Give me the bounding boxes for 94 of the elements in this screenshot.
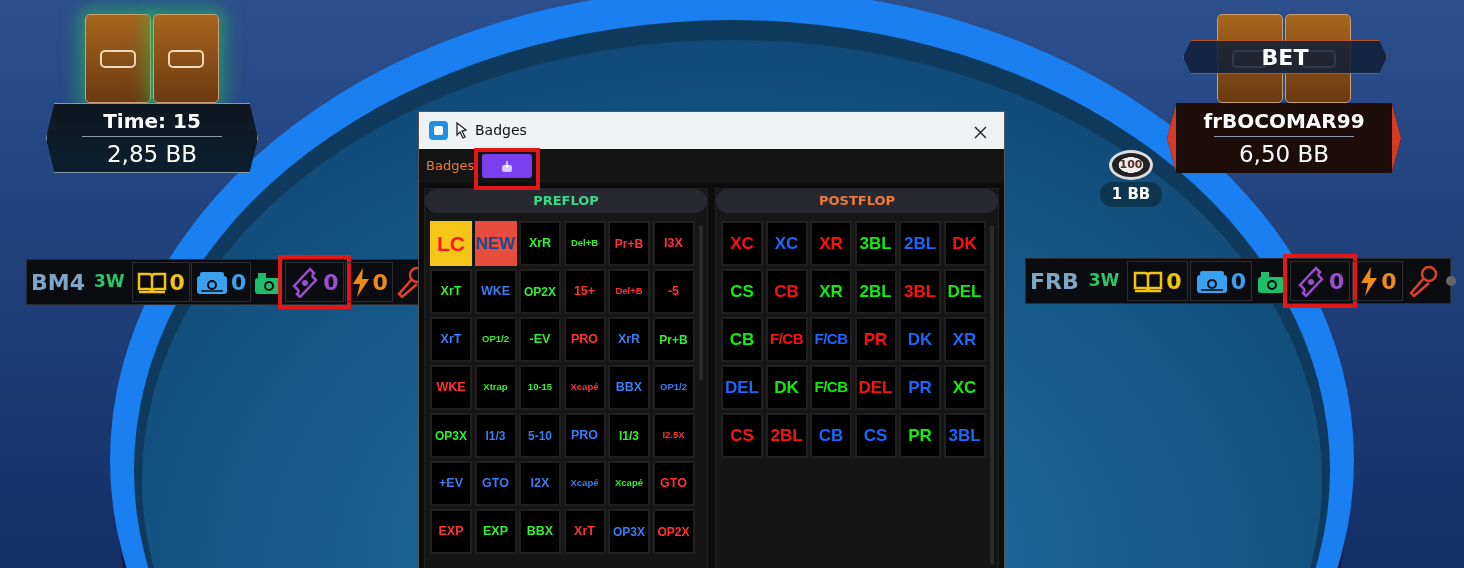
badge-tile[interactable]: CB <box>810 413 852 458</box>
badge-tile[interactable]: WKE <box>430 365 472 410</box>
badge-tile[interactable]: XrR <box>608 317 650 362</box>
badge-tile[interactable]: XR <box>810 269 852 314</box>
badge-tile[interactable]: +EV <box>430 461 472 506</box>
badge-tile[interactable]: OP2X <box>519 269 561 314</box>
badge-tile[interactable]: 10-15 <box>519 365 561 410</box>
badge-tile[interactable]: Del+B <box>563 221 606 266</box>
badge-tile[interactable]: XC <box>765 221 808 266</box>
badge-tile[interactable]: I1/3 <box>474 413 517 458</box>
toolbar-label: Badges <box>426 157 475 176</box>
badge-tile[interactable]: OP2X <box>652 509 695 554</box>
badge-tile[interactable]: PR <box>854 317 897 362</box>
badge-tile[interactable]: DEL <box>854 365 897 410</box>
stack-amount: 6,50 BB <box>1238 140 1330 168</box>
stat-value: 0 <box>372 268 388 297</box>
badge-tile[interactable]: CS <box>721 269 763 314</box>
badge-tile[interactable]: 2BL <box>765 413 808 458</box>
badge-tile[interactable]: XrT <box>430 317 472 362</box>
badge-tile[interactable]: Xtrap <box>474 365 517 410</box>
badge-tile[interactable]: Xcapé <box>608 461 650 506</box>
badge-tile[interactable]: DEL <box>721 365 763 410</box>
stat-value: 0 <box>169 268 185 297</box>
badge-tile[interactable]: Xcapé <box>563 461 606 506</box>
badge-tile[interactable]: 15+ <box>563 269 606 314</box>
badge-tile[interactable]: EXP <box>474 509 517 554</box>
stat-label: 3W <box>1088 269 1120 293</box>
stat-value: 0 <box>1166 267 1182 296</box>
badge-tile[interactable]: -EV <box>519 317 561 362</box>
badge-tile[interactable]: CS <box>721 413 763 458</box>
badge-tile[interactable]: 5-10 <box>519 413 561 458</box>
panel-title: PREFLOP <box>533 192 599 211</box>
badge-tile[interactable]: BBX <box>608 365 650 410</box>
stat-value: 0 <box>1381 267 1397 296</box>
badge-tile[interactable]: Del+B <box>608 269 650 314</box>
badge-tile[interactable]: GTO <box>652 461 695 506</box>
stat-value: 0 <box>230 268 247 297</box>
badge-tile[interactable]: PR <box>899 413 941 458</box>
badge-tile[interactable]: I3X <box>652 221 695 266</box>
badge-tile[interactable]: XrT <box>563 509 606 554</box>
badge-tile[interactable]: XR <box>810 221 852 266</box>
badge-tile[interactable]: XC <box>721 221 763 266</box>
badge-tile[interactable]: OP3X <box>430 413 472 458</box>
stat-value: 0 <box>1328 267 1345 296</box>
badge-tile[interactable]: CB <box>721 317 763 362</box>
badge-tile[interactable]: F/CB <box>765 317 808 362</box>
badge-tile[interactable]: 2BL <box>899 221 941 266</box>
badge-tile[interactable]: DK <box>899 317 941 362</box>
badge-tile[interactable]: EXP <box>430 509 472 554</box>
badge-tile[interactable]: DK <box>765 365 808 410</box>
badge-tile[interactable]: I1/3 <box>608 413 650 458</box>
badge-tile[interactable]: OP1/2 <box>474 317 517 362</box>
badge-tile[interactable]: CS <box>854 413 897 458</box>
badge-tile[interactable]: Xcapé <box>563 365 606 410</box>
badge-tile[interactable]: DK <box>943 221 986 266</box>
badge-tile[interactable]: 3BL <box>899 269 941 314</box>
badge-tile[interactable]: GTO <box>474 461 517 506</box>
badge-label: LC <box>437 230 465 257</box>
stat-label: 3W <box>93 270 125 294</box>
action-banner: BET <box>1183 40 1387 74</box>
badge-tile[interactable]: -5 <box>652 269 695 314</box>
badge-tile[interactable]: XrR <box>519 221 561 266</box>
window-title: Badges <box>475 121 527 140</box>
badge-tile[interactable]: Pr+B <box>652 317 695 362</box>
badge-tile[interactable]: PR <box>899 365 941 410</box>
badge-tile[interactable]: Pr+B <box>608 221 650 266</box>
badge-tile[interactable]: XR <box>943 317 986 362</box>
badge-tile[interactable]: DEL <box>943 269 986 314</box>
player-tag: FRB <box>1030 264 1079 298</box>
badge-tile[interactable]: CB <box>765 269 808 314</box>
badge-tile[interactable]: I2.5X <box>652 413 695 458</box>
badge-tile[interactable]: F/CB <box>810 365 852 410</box>
bet-amount: 1 BB <box>1099 182 1163 207</box>
badge-tile[interactable]: PRO <box>563 317 606 362</box>
badge-tile[interactable]: 3BL <box>854 221 897 266</box>
stat-value: 0 <box>323 268 339 297</box>
seat-title: Time: 15 <box>103 108 201 134</box>
stat-value: 0 <box>1230 267 1246 296</box>
badge-tile[interactable]: WKE <box>474 269 517 314</box>
badge-tile[interactable]: 3BL <box>943 413 986 458</box>
panel-title: POSTFLOP <box>818 192 896 211</box>
stack-amount: 2,85 BB <box>106 140 198 168</box>
badge-label: NEW <box>475 232 516 255</box>
player-tag: BM4 <box>31 265 85 299</box>
badge-tile[interactable]: PRO <box>563 413 606 458</box>
badge-tile[interactable]: OP3X <box>608 509 650 554</box>
seat-title: frBOCOMAR99 <box>1203 108 1365 134</box>
badge-tile[interactable]: OP1/2 <box>652 365 695 410</box>
badge-tile[interactable]: BBX <box>519 509 561 554</box>
badge-tile[interactable]: I2X <box>519 461 561 506</box>
badge-tile[interactable]: 2BL <box>854 269 897 314</box>
badge-tile[interactable]: XC <box>943 365 986 410</box>
badge-tile[interactable]: XrT <box>430 269 472 314</box>
badge-tile[interactable]: F/CB <box>810 317 852 362</box>
